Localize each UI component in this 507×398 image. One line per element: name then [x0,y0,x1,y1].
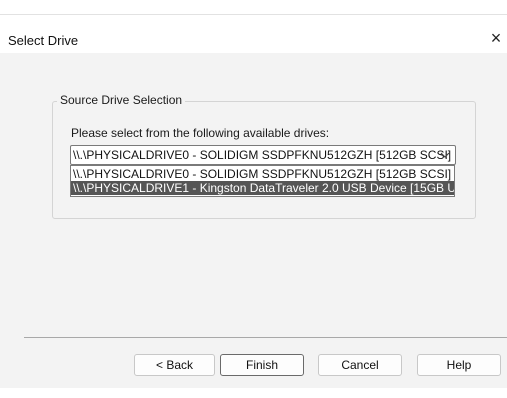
dialog-title: Select Drive [8,33,79,48]
drive-dropdown-list: \\.\PHYSICALDRIVE0 - SOLIDIGM SSDPFKNU51… [70,165,455,197]
cancel-button[interactable]: Cancel [318,354,402,376]
bottom-strip [0,388,507,398]
drive-prompt-label: Please select from the following availab… [71,126,330,140]
title-bar[interactable]: Select Drive × [0,15,507,53]
drive-option-physicaldrive0[interactable]: \\.\PHYSICALDRIVE0 - SOLIDIGM SSDPFKNU51… [71,167,454,181]
drive-option-physicaldrive1[interactable]: \\.\PHYSICALDRIVE1 - Kingston DataTravel… [71,181,454,195]
help-button[interactable]: Help [417,354,501,376]
close-button[interactable]: × [485,25,507,51]
chevron-down-icon[interactable] [438,147,452,163]
select-drive-dialog: Select Drive × Source Drive Selection Pl… [0,14,507,389]
drive-select-combobox[interactable]: \\.\PHYSICALDRIVE0 - SOLIDIGM SSDPFKNU51… [70,145,456,165]
back-button[interactable]: < Back [134,354,215,376]
screen: Select Drive × Source Drive Selection Pl… [0,0,507,398]
groupbox-legend: Source Drive Selection [57,93,186,107]
combobox-selected-value: \\.\PHYSICALDRIVE0 - SOLIDIGM SSDPFKNU51… [73,148,452,162]
button-separator [24,337,507,338]
finish-button[interactable]: Finish [220,354,304,376]
source-drive-groupbox: Source Drive Selection Please select fro… [52,93,476,219]
